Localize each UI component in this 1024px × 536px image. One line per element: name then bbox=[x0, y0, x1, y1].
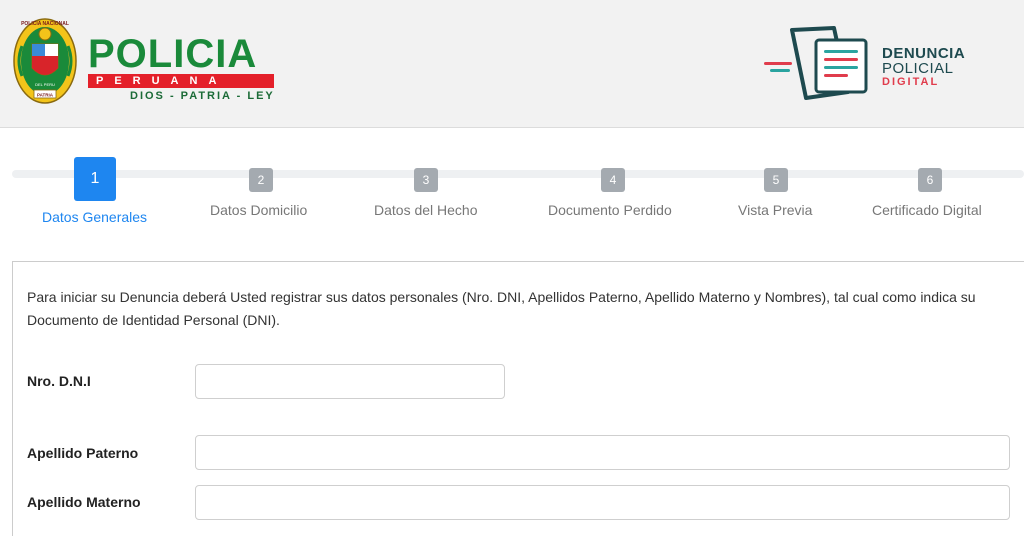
apellido-paterno-label: Apellido Paterno bbox=[27, 445, 139, 461]
logo-peruana: PERUANA bbox=[96, 75, 228, 87]
police-crest-icon: POLICIA NACIONAL DEL PERU PATRIA bbox=[13, 18, 77, 104]
apellido-materno-label: Apellido Materno bbox=[27, 494, 141, 510]
crest-mid-text: DEL PERU bbox=[35, 82, 55, 87]
step-label: Documento Perdido bbox=[548, 202, 672, 218]
denuncia-policial-digital-logo: DENUNCIA POLICIAL DIGITAL bbox=[882, 46, 1012, 88]
step-number-badge: 1 bbox=[74, 157, 116, 201]
step-label: Datos Generales bbox=[42, 209, 148, 225]
wizard-steps: 1 Datos Generales 2 Datos Domicilio 3 Da… bbox=[0, 140, 1024, 240]
crest-top-text: POLICIA NACIONAL bbox=[21, 21, 69, 27]
dni-input[interactable] bbox=[195, 364, 505, 399]
apellido-paterno-input[interactable] bbox=[195, 435, 1010, 470]
steps-track bbox=[12, 170, 1024, 178]
step-label: Datos del Hecho bbox=[374, 202, 478, 218]
tablet-document-icon bbox=[764, 26, 868, 100]
step-label: Datos Domicilio bbox=[210, 202, 308, 218]
step-label: Vista Previa bbox=[738, 202, 813, 218]
page: POLICIA NACIONAL DEL PERU PATRIA POLICIA… bbox=[0, 0, 1024, 536]
step-number-badge: 2 bbox=[249, 168, 273, 192]
app-logo-line2: POLICIAL bbox=[882, 60, 954, 77]
form-intro-text: Para iniciar su Denuncia deberá Usted re… bbox=[27, 289, 976, 328]
dni-label: Nro. D.N.I bbox=[27, 373, 91, 389]
step-label: Certificado Digital bbox=[872, 202, 982, 218]
logo-word: POLICIA bbox=[88, 32, 258, 76]
datos-generales-form: Para iniciar su Denuncia deberá Usted re… bbox=[12, 261, 1024, 536]
apellido-materno-input[interactable] bbox=[195, 485, 1010, 520]
logo-motto: DIOS - PATRIA - LEY bbox=[130, 90, 275, 102]
step-number-badge: 6 bbox=[918, 168, 942, 192]
step-number-badge: 4 bbox=[601, 168, 625, 192]
app-logo-line3: DIGITAL bbox=[882, 76, 940, 88]
app-logo-line1: DENUNCIA bbox=[882, 45, 966, 62]
crest-bottom-text: PATRIA bbox=[37, 93, 54, 98]
step-number-badge: 5 bbox=[764, 168, 788, 192]
policia-peruana-logo: POLICIA PERUANA DIOS - PATRIA - LEY bbox=[88, 34, 278, 104]
header: POLICIA NACIONAL DEL PERU PATRIA POLICIA… bbox=[0, 0, 1024, 128]
step-number-badge: 3 bbox=[414, 168, 438, 192]
